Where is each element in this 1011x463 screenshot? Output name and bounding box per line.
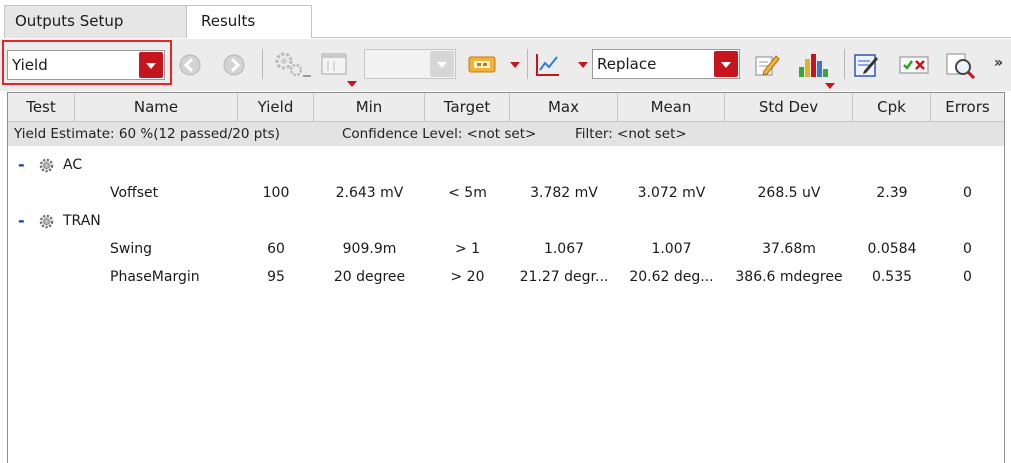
- cell-name: Swing: [110, 241, 152, 257]
- cell-errors: 0: [963, 269, 972, 285]
- expression-icon[interactable]: [466, 51, 498, 79]
- test-group-row[interactable]: - TRAN: [8, 207, 1004, 235]
- cell-std-dev: 386.6 mdegree: [735, 269, 843, 285]
- cell-target: < 5m: [448, 185, 487, 201]
- tab-bar: Outputs Setup Results: [0, 0, 1011, 39]
- inspect-icon[interactable]: [944, 51, 978, 79]
- cell-yield: 95: [267, 269, 285, 285]
- chevron-down-icon[interactable]: [510, 62, 520, 68]
- chevron-down-icon[interactable]: [578, 62, 588, 68]
- edit-icon[interactable]: [852, 51, 880, 79]
- settings-icon[interactable]: [272, 51, 312, 79]
- chevron-down-icon[interactable]: [825, 83, 835, 89]
- tab-results[interactable]: Results: [186, 5, 312, 38]
- confidence-level: Confidence Level: <not set>: [342, 126, 537, 142]
- column-header-min[interactable]: Min: [314, 93, 425, 121]
- cell-yield: 60: [267, 241, 285, 257]
- forward-icon[interactable]: [220, 51, 248, 79]
- column-header-target[interactable]: Target: [425, 93, 510, 121]
- cell-max: 1.067: [543, 241, 585, 257]
- cell-errors: 0: [963, 185, 972, 201]
- mode-select[interactable]: Replace: [592, 49, 740, 79]
- toolbar-separator: [844, 49, 845, 79]
- cell-target: > 20: [450, 269, 485, 285]
- collapse-toggle[interactable]: -: [18, 151, 25, 179]
- cell-std-dev: 268.5 uV: [757, 185, 821, 201]
- column-header-max[interactable]: Max: [510, 93, 618, 121]
- cell-min: 20 degree: [333, 269, 406, 285]
- cell-min: 2.643 mV: [335, 185, 404, 201]
- cell-cpk: 2.39: [876, 185, 908, 201]
- mode-select-value: Replace: [597, 55, 657, 73]
- plot-icon[interactable]: [534, 51, 562, 79]
- tab-outputs-setup[interactable]: Outputs Setup: [4, 5, 187, 38]
- cell-target: > 1: [454, 241, 481, 257]
- histogram-icon[interactable]: [796, 51, 832, 79]
- view-select-value: Yield: [12, 56, 48, 74]
- filter-status: Filter: <not set>: [575, 126, 687, 142]
- cell-name: PhaseMargin: [110, 269, 200, 285]
- edit-notes-icon[interactable]: [752, 51, 780, 79]
- tab-divider: [312, 37, 1011, 38]
- test-group-label: AC: [63, 157, 83, 173]
- back-icon[interactable]: [176, 51, 204, 79]
- column-header-errors[interactable]: Errors: [931, 93, 1004, 121]
- more-tools-chevron[interactable]: »: [994, 55, 1003, 71]
- cell-max: 3.782 mV: [530, 185, 598, 201]
- layout-window-icon[interactable]: [320, 51, 348, 79]
- column-header-yield[interactable]: Yield: [238, 93, 314, 121]
- chevron-down-icon[interactable]: [714, 51, 738, 77]
- cell-name: Voffset: [110, 185, 159, 201]
- column-header-test[interactable]: Test: [8, 93, 75, 121]
- column-header-mean[interactable]: Mean: [618, 93, 725, 121]
- column-header-name[interactable]: Name: [75, 93, 238, 121]
- yield-estimate: Yield Estimate: 60 %(12 passed/20 pts): [14, 126, 280, 142]
- highlight-box: Yield: [2, 40, 172, 85]
- test-group-label: TRAN: [63, 213, 101, 229]
- cell-std-dev: 37.68m: [762, 241, 816, 257]
- column-header-cpk[interactable]: Cpk: [853, 93, 931, 121]
- cell-max: 21.27 degr...: [519, 269, 609, 285]
- cell-mean: 20.62 deg...: [629, 269, 714, 285]
- cell-cpk: 0.0584: [867, 241, 917, 257]
- cell-cpk: 0.535: [871, 269, 913, 285]
- collapse-toggle[interactable]: -: [18, 207, 25, 235]
- view-select[interactable]: Yield: [7, 50, 165, 80]
- cell-min: 909.9m: [342, 241, 397, 257]
- pass-fail-icon[interactable]: [898, 51, 930, 79]
- yield-summary-bar: Yield Estimate: 60 %(12 passed/20 pts) C…: [8, 122, 1004, 146]
- table-row[interactable]: PhaseMargin 95 20 degree > 20 21.27 degr…: [8, 263, 1004, 291]
- column-header-std-dev[interactable]: Std Dev: [725, 93, 853, 121]
- chevron-down-icon[interactable]: [430, 51, 454, 77]
- toolbar-separator: [527, 49, 528, 79]
- disabled-select[interactable]: [364, 49, 456, 79]
- cell-errors: 0: [963, 241, 972, 257]
- gear-icon: [39, 158, 54, 173]
- cell-mean: 1.007: [651, 241, 692, 257]
- table-row[interactable]: Swing 60 909.9m > 1 1.067 1.007 37.68m 0…: [8, 235, 1004, 263]
- test-group-row[interactable]: - AC: [8, 151, 1004, 179]
- table-header: Test Name Yield Min Target Max Mean Std …: [8, 93, 1004, 122]
- toolbar-separator: [262, 49, 263, 79]
- chevron-down-icon[interactable]: [139, 52, 163, 78]
- gear-icon: [39, 214, 54, 229]
- cell-yield: 100: [262, 185, 290, 201]
- results-table: Test Name Yield Min Target Max Mean Std …: [7, 92, 1005, 463]
- results-toolbar: Yield Replace »: [0, 39, 1011, 91]
- table-row[interactable]: Voffset 100 2.643 mV < 5m 3.782 mV 3.072…: [8, 179, 1004, 207]
- cell-mean: 3.072 mV: [637, 185, 706, 201]
- chevron-down-icon[interactable]: [347, 81, 357, 87]
